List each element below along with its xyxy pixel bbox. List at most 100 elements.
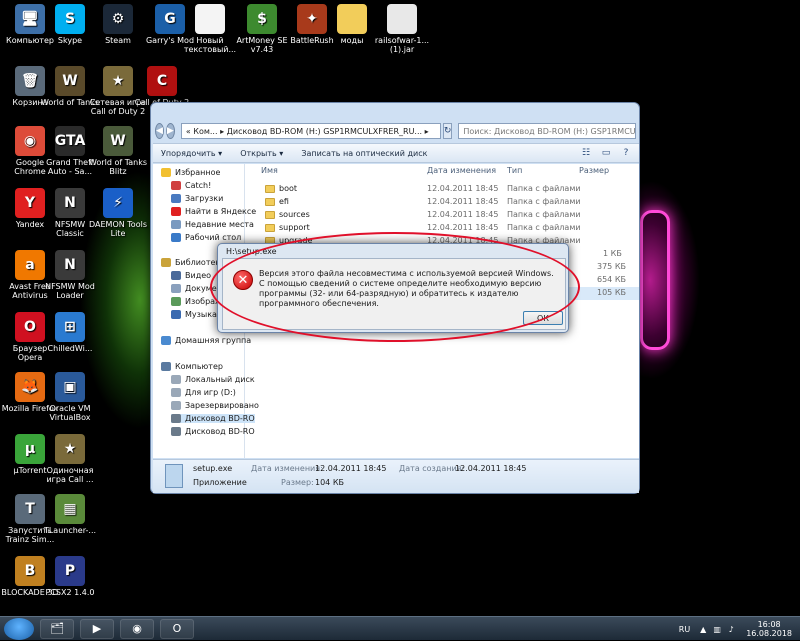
recent-places-icon [171,220,181,229]
desktop-icon-label: NFSMW Mod Loader [45,282,95,300]
table-row[interactable]: efi 12.04.2011 18:45 Папка с файлами [253,196,633,209]
nav-libraries[interactable]: Библиотеки [161,258,225,267]
desktop-icon[interactable]: ▦ TLauncher-... [40,494,100,535]
nav-drive[interactable]: Дисковод BD-RO [171,427,255,436]
desktop-icon[interactable]: ⊞ ChilledWi... [40,312,100,353]
desktop-icon[interactable]: W World of Tanks Blitz [88,126,148,176]
app-icon: C [147,66,177,96]
taskbar-chrome-icon[interactable]: ◉ [120,618,154,639]
desktop-icon-label: ChilledWi... [47,344,93,353]
desktop-icon[interactable]: ★ Одиночная игра Call ... [40,434,100,484]
app-icon: P [55,556,85,586]
drive-icon [171,388,181,397]
app-icon: ⊞ [55,312,85,342]
details-kind: Приложение [193,478,247,487]
folder-icon [265,210,275,219]
app-icon: $ [247,4,277,34]
nav-computer[interactable]: Компьютер [161,362,223,371]
pictures-icon [171,297,181,306]
refresh-icon[interactable]: ↻ [442,123,453,139]
command-toolbar: Упорядочить ▾ Открыть ▾ Записать на опти… [153,143,639,163]
column-name[interactable]: Имя [261,166,278,178]
nav-lib-item[interactable]: Музыка [171,310,217,319]
back-arrow-icon[interactable]: ◀ [155,123,164,139]
desktop-icon[interactable]: N NFSMW Mod Loader [40,250,100,300]
desktop-icon[interactable]: railsofwar-1... (1).jar [372,4,432,54]
network-icon[interactable]: ▥ [712,624,722,634]
catch-icon [171,181,181,190]
organize-button[interactable]: Упорядочить ▾ [161,149,222,158]
error-dialog[interactable]: H:\setup.exe ✕ Версия этого файла несовм… [217,243,569,333]
column-type[interactable]: Тип [507,166,522,178]
desktop-icon-label: World of Tanks Blitz [88,158,148,176]
desktop-icon-label: TLauncher-... [43,526,97,535]
app-icon: ▣ [55,372,85,402]
library-icon [161,258,171,267]
nav-drive[interactable]: Локальный диск [171,375,255,384]
nav-fav-item[interactable]: Catch! [171,181,211,190]
column-date[interactable]: Дата изменения [427,166,496,178]
address-bar[interactable]: « Ком... ▸ Дисковод BD-ROM (H:) GSP1RMCU… [180,123,441,139]
desktop-icon[interactable]: ⚙ Steam [88,4,148,45]
clock[interactable]: 16:08 16.08.2018 [746,620,792,638]
desktop-icon[interactable]: ▣ Oracle VM VirtualBox [40,372,100,422]
taskbar-opera-icon[interactable]: O [160,618,194,639]
setup-file-icon [165,464,183,488]
dialog-body: ✕ Версия этого файла несовместима с испо… [222,258,566,330]
app-icon: S [55,4,85,34]
nav-fav-item[interactable]: Загрузки [171,194,223,203]
preview-pane-icon[interactable]: ▭ [599,146,613,160]
app-icon: ★ [103,66,133,96]
forward-arrow-icon[interactable]: ▶ [165,123,175,139]
search-input[interactable]: Поиск: Дисковод BD-ROM (H:) GSP1RMCUL... [458,123,637,139]
nav-homegroup[interactable]: Домашняя группа [161,336,251,345]
app-icon [195,4,225,34]
tray-arrow-icon[interactable]: ▲ [698,624,708,634]
desktop-icon[interactable]: Новый текстовый... [180,4,240,54]
app-icon [337,4,367,34]
desktop-icon-label: PCSX2 1.4.0 [45,588,95,597]
table-row[interactable]: support 12.04.2011 18:45 Папка с файлами [253,222,633,235]
nav-lib-item[interactable]: Видео [171,271,211,280]
column-size[interactable]: Размер [579,166,609,178]
desktop-icon-label: railsofwar-1... (1).jar [374,36,430,54]
desktop-icon[interactable]: P PCSX2 1.4.0 [40,556,100,597]
video-icon [171,271,181,280]
optical-drive-icon [171,427,181,436]
nav-drive-selected[interactable]: Дисковод BD-RO [171,414,255,423]
downloads-icon [171,194,181,203]
open-button[interactable]: Открыть ▾ [240,149,283,158]
drive-icon [171,375,181,384]
desktop-icon[interactable]: CCall of Duty 2 [132,66,192,107]
details-filename: setup.exe [193,464,233,473]
start-button[interactable] [4,617,34,640]
nav-fav-item[interactable]: Рабочий стол [171,233,241,242]
dialog-title: H:\setup.exe [226,247,277,256]
app-icon: ★ [55,434,85,464]
address-row: ◀ ▶ « Ком... ▸ Дисковод BD-ROM (H:) GSP1… [155,121,637,141]
nav-drive[interactable]: Зарезервировано [171,401,259,410]
language-indicator[interactable]: RU [679,625,690,634]
details-created-value: 12.04.2011 18:45 [455,464,527,473]
system-tray: RU ▲ ▥ ♪ 16:08 16.08.2018 [679,617,792,641]
details-size-value: 104 КБ [315,478,344,487]
nav-fav-item[interactable]: Недавние места [171,220,254,229]
details-modified-label: Дата изменения: [251,464,323,473]
yandex-icon [171,207,181,216]
view-options-icon[interactable]: ☷ [579,146,593,160]
nav-drive[interactable]: Для игр (D:) [171,388,236,397]
ok-button[interactable]: ОК [523,311,563,325]
drive-icon [171,401,181,410]
burn-disc-button[interactable]: Записать на оптический диск [301,149,427,158]
taskbar-media-icon[interactable]: ▶ [80,618,114,639]
app-icon: N [55,250,85,280]
desktop-icon[interactable]: ⚡ DAEMON Tools Lite [88,188,148,238]
taskbar-explorer-icon[interactable]: 🗂 [40,618,74,639]
app-icon: W [55,66,85,96]
nav-fav-item[interactable]: Найти в Яндексе [171,207,256,216]
table-row[interactable]: sources 12.04.2011 18:45 Папка с файлами [253,209,633,222]
volume-icon[interactable]: ♪ [726,624,736,634]
table-row[interactable]: boot 12.04.2011 18:45 Папка с файлами [253,183,633,196]
nav-favorites[interactable]: Избранное [161,168,220,177]
help-icon[interactable]: ? [619,146,633,160]
